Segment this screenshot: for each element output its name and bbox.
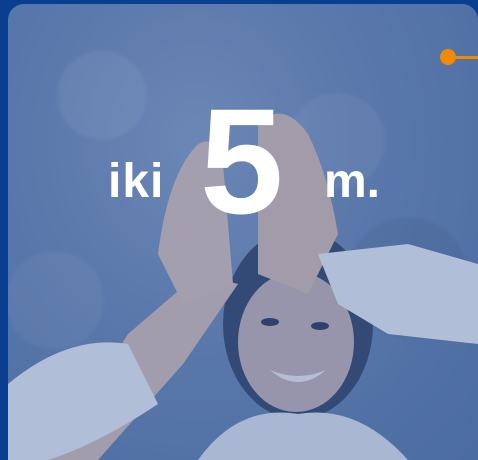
photo-card: iki 5 m.: [8, 4, 478, 460]
banner-frame: iki 5 m.: [0, 0, 478, 460]
headline-prefix: iki: [108, 155, 165, 208]
orange-dot-connector-icon: [440, 49, 456, 65]
headline-suffix: m.: [324, 155, 381, 208]
headline: iki 5 m.: [108, 86, 428, 236]
headline-number: 5: [200, 77, 284, 245]
